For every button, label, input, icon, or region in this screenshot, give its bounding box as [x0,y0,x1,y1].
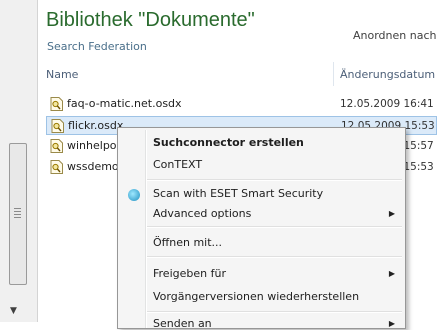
navigation-pane-strip: ▼ [0,0,38,322]
search-connector-file-icon [50,139,63,153]
grip-icon [14,208,21,218]
submenu-arrow-icon: ▶ [388,209,395,218]
menu-separator [147,256,402,258]
column-divider[interactable] [333,62,334,86]
menu-separator [147,179,402,181]
menu-item-eset-scan[interactable]: Scan with ESET Smart Security [153,187,323,200]
menu-item-share-with[interactable]: Freigeben für [153,267,226,280]
search-connector-file-icon [51,119,64,133]
menu-separator [147,311,402,313]
menu-item-send-to[interactable]: Senden an [153,317,212,330]
column-header-date[interactable]: Änderungsdatum [340,68,435,81]
menu-item-context[interactable]: ConTEXT [153,158,202,171]
context-menu: Suchconnector erstellen ConTEXT Scan wit… [117,127,406,330]
file-date: 12.05.2009 16:41 [340,98,434,110]
submenu-arrow-icon: ▶ [388,319,395,328]
file-name: faq-o-matic.net.osdx [67,97,182,110]
arrange-by-label[interactable]: Anordnen nach: [353,29,437,42]
eset-icon [128,189,140,201]
file-row[interactable]: faq-o-matic.net.osdx 12.05.2009 16:41 [46,95,437,114]
submenu-arrow-icon: ▶ [388,269,395,278]
menu-item-advanced-options[interactable]: Advanced options [153,207,251,220]
menu-item-restore-previous-versions[interactable]: Vorgängerversionen wiederherstellen [153,290,359,303]
menu-gutter [145,130,147,328]
library-title: Bibliothek "Dokumente" [46,9,255,31]
search-connector-file-icon [50,97,63,111]
search-connector-file-icon [50,160,63,174]
menu-separator [147,226,402,228]
file-name: flickr.osdx [68,119,124,132]
scroll-down-arrow-icon[interactable]: ▼ [10,306,17,316]
menu-item-open-with[interactable]: Öffnen mit... [153,236,222,249]
library-subtitle: Search Federation [47,40,147,53]
menu-item-create-search-connector[interactable]: Suchconnector erstellen [153,136,304,149]
column-header-name[interactable]: Name [46,68,78,81]
scrollbar-thumb[interactable] [9,143,27,285]
